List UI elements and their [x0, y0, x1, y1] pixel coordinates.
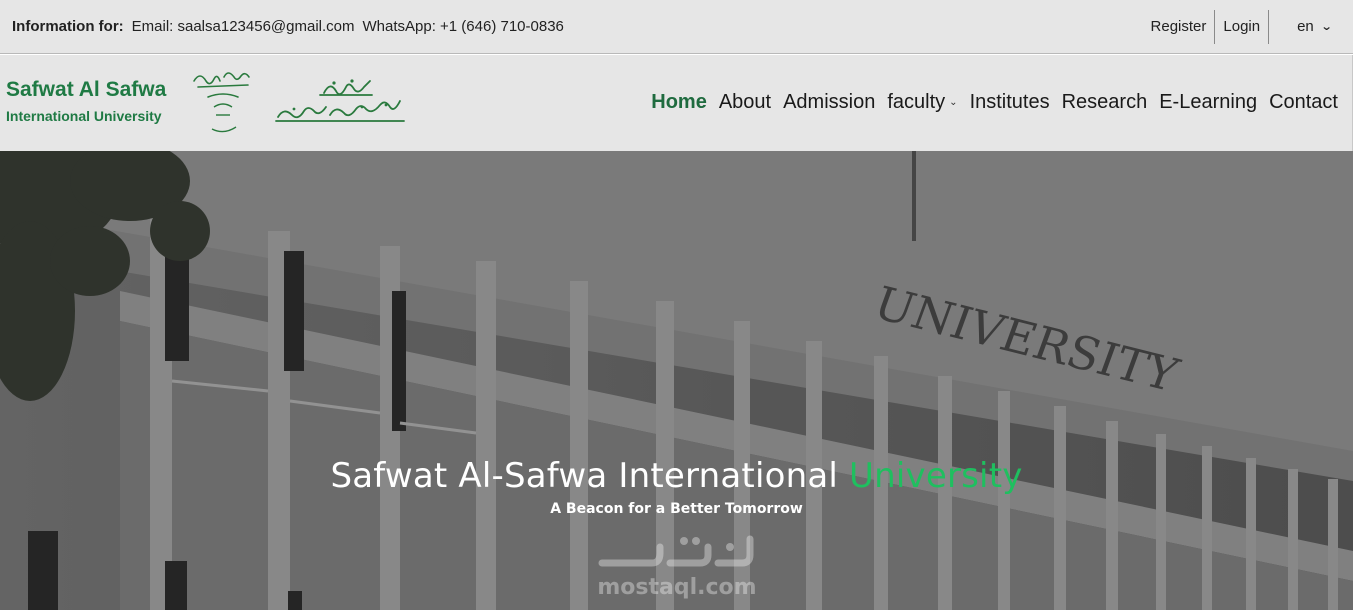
hero-title-accent: University [849, 456, 1023, 496]
chevron-down-icon: ⌄ [949, 97, 958, 108]
account-links: Register Login en ⌄ [1143, 0, 1341, 53]
email-link[interactable]: Email: saalsa123456@gmail.com [132, 18, 355, 35]
language-value: en [1297, 18, 1314, 35]
site-logo[interactable]: Safwat Al Safwa International University [6, 67, 405, 133]
nav-item-contact[interactable]: Contact [1269, 91, 1338, 114]
nav-item-about[interactable]: About [719, 91, 771, 114]
arabic-calligraphy-icon [275, 79, 405, 122]
university-emblem-icon [193, 72, 250, 133]
login-link[interactable]: Login [1215, 10, 1268, 44]
top-info-bar: Information for: Email: saalsa123456@gma… [0, 0, 1353, 54]
hero-title: Safwat Al-Safwa International University [0, 456, 1353, 496]
nav-item-elearning[interactable]: E-Learning [1159, 91, 1257, 114]
register-link[interactable]: Register [1143, 10, 1215, 44]
language-selector[interactable]: en ⌄ [1269, 18, 1341, 35]
logo-wordmark: Safwat Al Safwa International University [6, 67, 166, 125]
logo-name-line1: Safwat Al Safwa [6, 78, 167, 101]
nav-item-faculty[interactable]: faculty ⌄ [887, 91, 957, 114]
nav-item-faculty-label: faculty [887, 91, 946, 113]
logo-name-line2: International University [6, 108, 162, 124]
mostaql-logo-icon [598, 535, 754, 567]
whatsapp-link[interactable]: WhatsApp: +1 (646) 710-0836 [363, 18, 564, 35]
nav-item-home[interactable]: Home [651, 91, 707, 114]
contact-info: Information for: Email: saalsa123456@gma… [12, 18, 564, 35]
watermark-text: mostaql.com [597, 575, 757, 600]
nav-item-admission[interactable]: Admission [783, 91, 875, 114]
chevron-down-icon: ⌄ [1320, 21, 1333, 33]
hero-subtitle: A Beacon for a Better Tomorrow [550, 501, 803, 517]
mostaql-watermark: mostaql.com [592, 533, 762, 603]
nav-item-institutes[interactable]: Institutes [970, 91, 1050, 114]
info-label: Information for: [12, 18, 124, 35]
primary-nav: Home About Admission faculty ⌄ Institute… [651, 91, 1338, 114]
hero-title-main: Safwat Al-Safwa International [330, 456, 850, 496]
nav-item-research[interactable]: Research [1062, 91, 1148, 114]
main-navbar: Safwat Al Safwa International University [0, 55, 1353, 151]
hero-banner: UNIVERSITY Safwat Al-Safwa International… [0, 151, 1353, 610]
